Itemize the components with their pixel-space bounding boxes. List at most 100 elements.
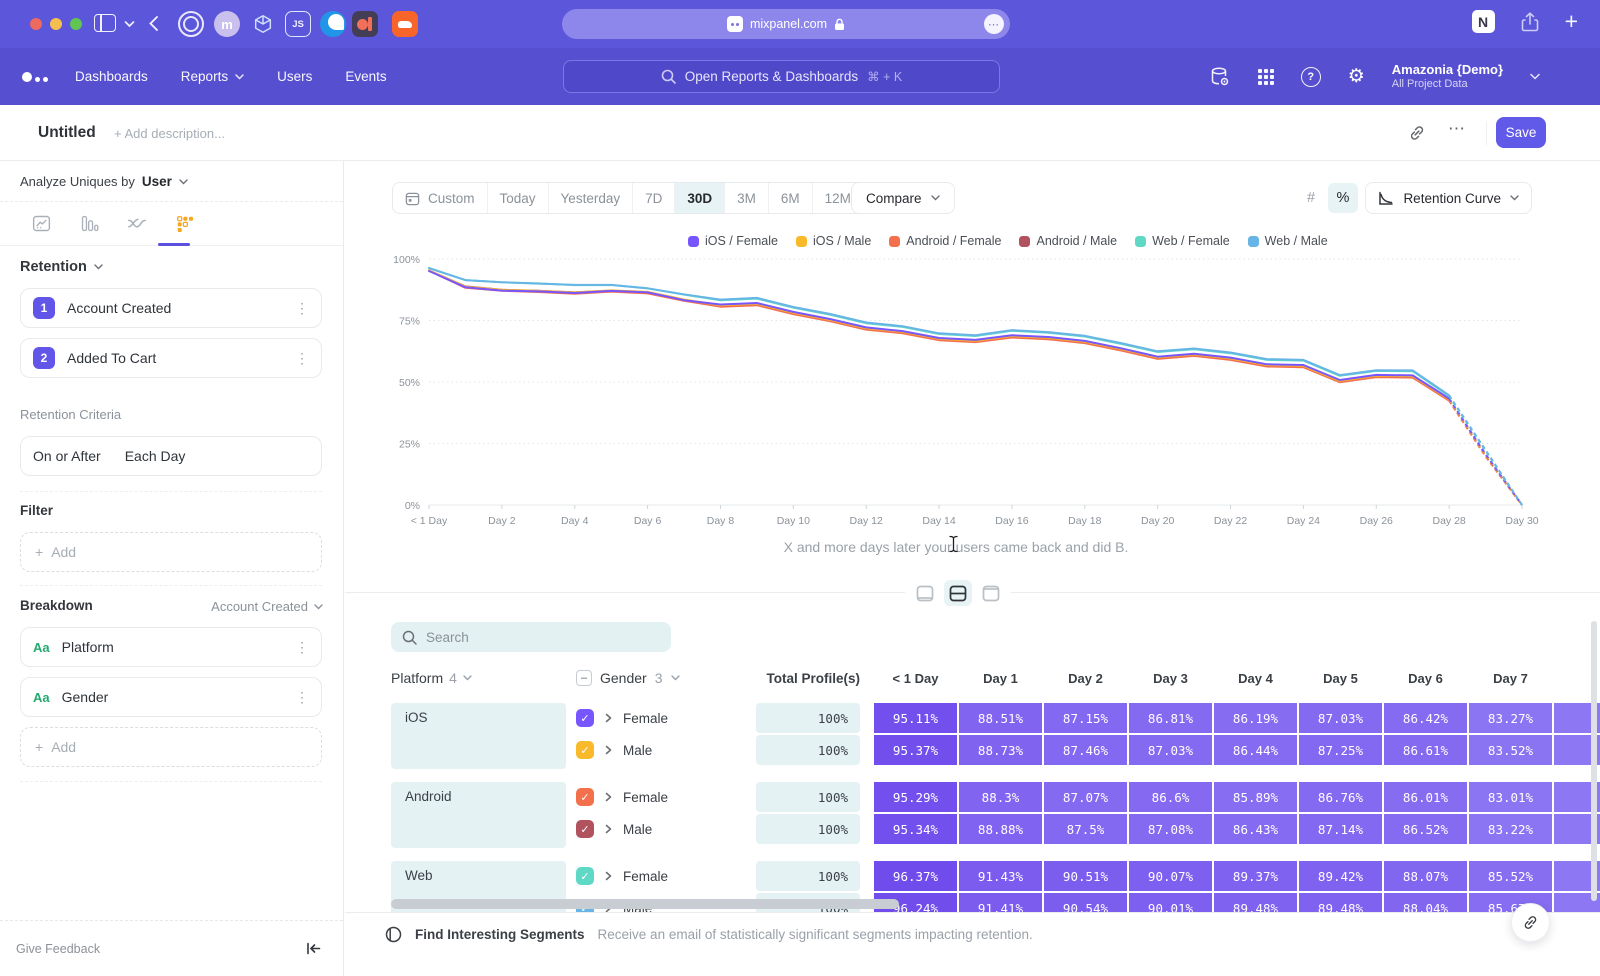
more-options-icon[interactable]: ⋯ — [1448, 119, 1466, 139]
kebab-menu-icon[interactable]: ⋮ — [295, 350, 309, 367]
tab-insights[interactable] — [28, 201, 54, 246]
series-checkbox[interactable]: ✓ — [576, 709, 594, 727]
help-icon[interactable]: ? — [1301, 67, 1321, 87]
breakdown-item-gender[interactable]: Aa Gender ⋮ — [20, 677, 322, 717]
gender-cell[interactable]: ✓Male — [576, 741, 756, 759]
retention-value-cell[interactable]: 89.42% — [1299, 861, 1382, 891]
window-minimize-button[interactable] — [50, 18, 62, 30]
back-button-icon[interactable] — [148, 15, 159, 32]
add-filter-button[interactable]: + Add — [20, 532, 322, 572]
column-header-day[interactable]: Day 2 — [1044, 671, 1127, 686]
retention-value-cell[interactable]: 88.73% — [959, 735, 1042, 765]
pinned-app-icon-soundcloud[interactable] — [392, 11, 418, 37]
column-header-total[interactable]: Total Profile(s) — [756, 671, 860, 686]
window-zoom-button[interactable] — [70, 18, 82, 30]
retention-value-cell[interactable]: 86.76% — [1299, 782, 1382, 812]
gender-cell[interactable]: ✓Female — [576, 867, 756, 885]
find-segments-title[interactable]: Find Interesting Segments — [415, 927, 585, 942]
column-header-day[interactable]: Day 3 — [1129, 671, 1212, 686]
retention-value-cell[interactable]: 87.5% — [1044, 814, 1127, 844]
gender-cell[interactable]: ✓Female — [576, 788, 756, 806]
retention-value-cell[interactable]: 86.6% — [1129, 782, 1212, 812]
retention-value-cell[interactable]: 95.11% — [874, 703, 957, 733]
retention-value-cell[interactable]: 86.01% — [1384, 782, 1467, 812]
layout-chart-only-button[interactable] — [911, 580, 939, 606]
range-6m[interactable]: 6M — [769, 183, 813, 213]
retention-value-cell[interactable]: 86.44% — [1214, 735, 1297, 765]
range-yesterday[interactable]: Yesterday — [549, 183, 634, 213]
retention-value-cell[interactable]: 95.37% — [874, 735, 957, 765]
add-breakdown-button[interactable]: + Add — [20, 727, 322, 767]
retention-value-cell[interactable]: 83.01% — [1469, 782, 1552, 812]
range-today[interactable]: Today — [488, 183, 549, 213]
give-feedback-link[interactable]: Give Feedback — [16, 942, 100, 956]
expand-chevron-icon[interactable] — [604, 745, 613, 755]
column-header-day[interactable]: < 1 Day — [874, 671, 957, 686]
series-line[interactable] — [429, 271, 1449, 401]
legend-item[interactable]: Android / Female — [889, 234, 1001, 248]
retention-value-cell[interactable]: 86.52% — [1384, 814, 1467, 844]
extensions-icon[interactable]: ⋯ — [984, 14, 1004, 34]
pinned-app-icon-patreon[interactable] — [352, 11, 378, 37]
report-title[interactable]: Untitled — [38, 124, 96, 142]
retention-value-cell[interactable]: 89.48% — [1299, 893, 1382, 912]
retention-value-cell[interactable]: 83.22% — [1469, 814, 1552, 844]
retention-value-cell[interactable]: 86.43% — [1214, 814, 1297, 844]
column-header-day[interactable]: Day 7 — [1469, 671, 1552, 686]
retention-value-cell[interactable]: 88.04% — [1384, 893, 1467, 912]
retention-value-cell[interactable]: 87.03% — [1299, 703, 1382, 733]
retention-value-cell[interactable]: 87.15% — [1044, 703, 1127, 733]
share-icon[interactable] — [1521, 12, 1539, 32]
retention-value-cell[interactable]: 89.48% — [1214, 893, 1297, 912]
retention-value-cell[interactable]: 87.07% — [1044, 782, 1127, 812]
retention-value-cell[interactable]: 86.42% — [1384, 703, 1467, 733]
nav-dashboards[interactable]: Dashboards — [75, 69, 148, 84]
add-description[interactable]: + Add description... — [114, 126, 225, 141]
new-tab-icon[interactable]: + — [1565, 10, 1578, 33]
legend-item[interactable]: iOS / Female — [688, 234, 778, 248]
series-checkbox[interactable]: ✓ — [576, 741, 594, 759]
retention-value-cell[interactable]: 85.89% — [1214, 782, 1297, 812]
legend-item[interactable]: Web / Male — [1248, 234, 1328, 248]
series-line[interactable] — [429, 271, 1449, 401]
account-switcher[interactable]: Amazonia {Demo} All Project Data — [1392, 62, 1503, 92]
column-header-gender[interactable]: – Gender 3 — [576, 670, 756, 686]
expand-chevron-icon[interactable] — [604, 824, 613, 834]
series-checkbox[interactable]: ✓ — [576, 867, 594, 885]
select-all-checkbox[interactable]: – — [576, 670, 592, 686]
pinned-app-icon-m[interactable]: m — [214, 11, 240, 37]
gender-cell[interactable]: ✓Male — [576, 820, 756, 838]
expand-chevron-icon[interactable] — [604, 713, 613, 723]
retention-value-cell[interactable]: 95.34% — [874, 814, 957, 844]
retention-value-cell[interactable]: 87.14% — [1299, 814, 1382, 844]
column-header-day[interactable]: Day 5 — [1299, 671, 1382, 686]
window-close-button[interactable] — [30, 18, 42, 30]
data-management-icon[interactable] — [1209, 66, 1231, 88]
horizontal-scrollbar[interactable] — [391, 899, 899, 909]
expand-chevron-icon[interactable] — [604, 871, 613, 881]
retention-step-1[interactable]: 1 Account Created ⋮ — [20, 288, 322, 328]
retention-value-cell[interactable]: 88.07% — [1384, 861, 1467, 891]
apps-grid-icon[interactable] — [1258, 69, 1274, 85]
pinned-app-icon-js[interactable]: JS — [285, 11, 311, 37]
legend-item[interactable]: iOS / Male — [796, 234, 871, 248]
address-bar[interactable]: mixpanel.com ⋯ — [562, 9, 1010, 39]
retention-value-cell[interactable]: 83.52% — [1469, 735, 1552, 765]
series-checkbox[interactable]: ✓ — [576, 788, 594, 806]
retention-value-cell[interactable]: 91.41% — [959, 893, 1042, 912]
tab-flows[interactable] — [124, 201, 150, 246]
retention-value-cell[interactable]: 95.29% — [874, 782, 957, 812]
retention-value-cell[interactable]: 90.51% — [1044, 861, 1127, 891]
retention-step-2[interactable]: 2 Added To Cart ⋮ — [20, 338, 322, 378]
kebab-menu-icon[interactable]: ⋮ — [295, 300, 309, 317]
retention-value-cell[interactable]: 90.01% — [1129, 893, 1212, 912]
unit-percent-button[interactable]: % — [1328, 183, 1358, 213]
retention-value-cell[interactable]: 90.54% — [1044, 893, 1127, 912]
copy-link-icon[interactable] — [1408, 124, 1426, 147]
retention-value-cell[interactable]: 86.19% — [1214, 703, 1297, 733]
legend-item[interactable]: Android / Male — [1019, 234, 1117, 248]
retention-criteria-control[interactable]: On or After Each Day — [20, 436, 322, 476]
range-7d[interactable]: 7D — [633, 183, 675, 213]
retention-value-cell[interactable]: 88.51% — [959, 703, 1042, 733]
tab-funnels[interactable] — [76, 201, 102, 246]
